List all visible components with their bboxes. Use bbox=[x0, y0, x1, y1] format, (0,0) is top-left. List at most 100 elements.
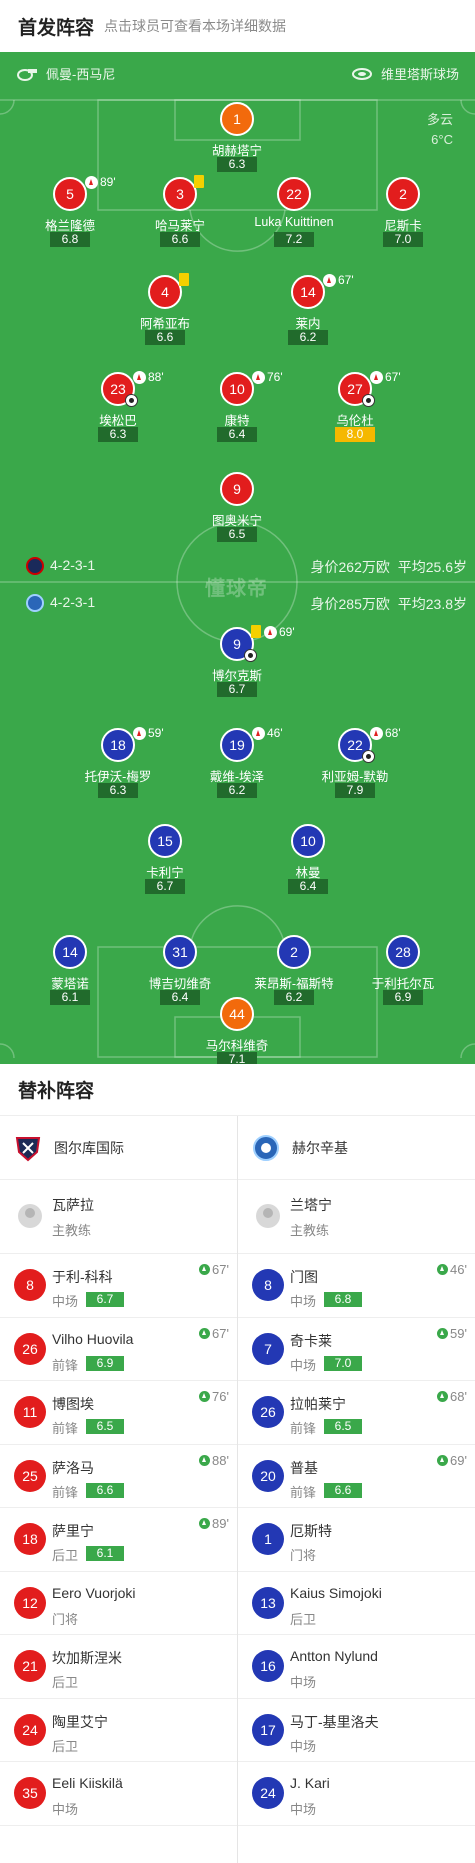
home-team-header[interactable]: 图尔库国际 bbox=[0, 1116, 237, 1180]
player-number: 44 bbox=[220, 997, 254, 1031]
player-18[interactable]: 18 59' 托伊沃-梅罗 6.3 bbox=[53, 726, 183, 808]
sub-player-row[interactable]: 12 Eero Vuorjoki 门将 bbox=[0, 1572, 237, 1635]
sub-on-time: 46' bbox=[450, 1262, 467, 1277]
sub-number: 11 bbox=[14, 1396, 46, 1428]
sub-player-row[interactable]: 8 门图 中场 6.8 46' bbox=[238, 1254, 475, 1318]
home-team-name: 图尔库国际 bbox=[54, 1139, 124, 1156]
sub-on: 68' bbox=[437, 1389, 467, 1404]
player-rating: 7.1 bbox=[217, 1052, 257, 1064]
player-3[interactable]: 3 哈马莱宁 6.6 bbox=[115, 175, 245, 257]
sub-off: 59' bbox=[133, 726, 164, 740]
away-value: 身价285万欧 bbox=[310, 596, 390, 612]
sub-player-row[interactable]: 1 厄斯特 门将 bbox=[238, 1508, 475, 1572]
sub-player-row[interactable]: 35 Eeli Kiiskilä 中场 bbox=[0, 1762, 237, 1826]
sub-off-icon bbox=[370, 726, 383, 740]
player-number: 9 bbox=[220, 472, 254, 506]
player-28[interactable]: 28 于利托尔瓦 6.9 bbox=[338, 935, 468, 1015]
sub-name: Eero Vuorjoki bbox=[52, 1584, 136, 1601]
player-10[interactable]: 10 76' 康特 6.4 bbox=[172, 370, 302, 452]
sub-player-row[interactable]: 24 陶里艾宁 后卫 bbox=[0, 1699, 237, 1762]
player-number: 10 bbox=[291, 824, 325, 858]
sub-position: 门将 bbox=[290, 1548, 317, 1563]
sub-position: 中场 bbox=[290, 1294, 317, 1309]
player-9[interactable]: 9 69' 博尔克斯 6.7 bbox=[172, 625, 302, 707]
player-44[interactable]: 44 马尔科维奇 7.1 bbox=[172, 997, 302, 1064]
player-rating: 6.7 bbox=[217, 682, 257, 697]
player-4[interactable]: 4 阿希亚布 6.6 bbox=[100, 273, 230, 355]
sub-player-row[interactable]: 26 拉帕莱宁 前锋 6.5 68' bbox=[238, 1381, 475, 1445]
sub-player-row[interactable]: 8 于利-科科 中场 6.7 67' bbox=[0, 1254, 237, 1318]
sub-player-row[interactable]: 20 普基 前锋 6.6 69' bbox=[238, 1445, 475, 1508]
sub-player-row[interactable]: 18 萨里宁 后卫 6.1 89' bbox=[0, 1508, 237, 1572]
sub-on-time: 69' bbox=[450, 1452, 467, 1468]
sub-off-icon bbox=[323, 273, 336, 287]
sub-on: 88' bbox=[199, 1453, 229, 1468]
sub-player-row[interactable]: 16 Antton Nylund 中场 bbox=[238, 1635, 475, 1699]
watermark: 懂球帝 bbox=[205, 578, 268, 600]
player-22[interactable]: 22 68' 利亚姆-默勒 7.9 bbox=[290, 726, 420, 808]
player-number: 1 bbox=[220, 102, 254, 136]
substitutes-title: 替补阵容 bbox=[0, 1064, 475, 1116]
sub-number: 26 bbox=[252, 1396, 284, 1428]
player-14[interactable]: 14 67' 莱内 6.2 bbox=[243, 273, 373, 355]
sub-number: 7 bbox=[252, 1332, 284, 1365]
sub-time: 69' bbox=[279, 625, 295, 639]
sub-player-row[interactable]: 25 萨洛马 前锋 6.6 88' bbox=[0, 1445, 237, 1508]
away-team-header[interactable]: 赫尔辛基 bbox=[238, 1116, 475, 1180]
player-1[interactable]: 1 胡赫塔宁 6.3 bbox=[172, 102, 302, 182]
home-coach-name: 瓦萨拉 bbox=[52, 1197, 94, 1213]
player-rating: 6.4 bbox=[288, 879, 328, 894]
sub-name: 坎加斯涅米 bbox=[52, 1650, 122, 1666]
sub-number: 8 bbox=[252, 1269, 284, 1301]
sub-player-row[interactable]: 11 博图埃 前锋 6.5 76' bbox=[0, 1381, 237, 1445]
away-coach-role: 主教练 bbox=[290, 1223, 330, 1238]
sub-player-row[interactable]: 13 Kaius Simojoki 后卫 bbox=[238, 1572, 475, 1635]
sub-position: 中场 bbox=[290, 1802, 317, 1817]
sub-player-row[interactable]: 21 坎加斯涅米 后卫 bbox=[0, 1635, 237, 1699]
sub-number: 1 bbox=[252, 1523, 284, 1555]
sub-on-time: 89' bbox=[212, 1516, 229, 1531]
sub-player-row[interactable]: 17 马丁-基里洛夫 中场 bbox=[238, 1699, 475, 1762]
sub-off: 68' bbox=[370, 726, 401, 740]
sub-on-icon bbox=[437, 1454, 449, 1466]
sub-on-icon bbox=[199, 1391, 211, 1402]
sub-position: 中场 bbox=[52, 1294, 79, 1309]
sub-time: 67' bbox=[385, 370, 401, 384]
sub-position: 中场 bbox=[290, 1675, 317, 1690]
sub-name: 萨里宁 bbox=[52, 1523, 94, 1539]
sub-time: 88' bbox=[148, 370, 164, 384]
sub-name: 拉帕莱宁 bbox=[290, 1396, 346, 1412]
player-number: 5 bbox=[53, 177, 87, 211]
sub-rating: 6.7 bbox=[86, 1292, 124, 1307]
sub-on: 67' bbox=[199, 1262, 229, 1277]
away-coach[interactable]: 兰塔宁 主教练 bbox=[238, 1180, 475, 1254]
sub-player-row[interactable]: 24 J. Kari 中场 bbox=[238, 1762, 475, 1826]
player-19[interactable]: 19 46' 戴维-埃泽 6.2 bbox=[172, 726, 302, 808]
player-number: 14 bbox=[53, 935, 87, 969]
sub-player-row[interactable]: 7 奇卡莱 中场 7.0 59' bbox=[238, 1318, 475, 1381]
player-15[interactable]: 15 卡利宁 6.7 bbox=[100, 824, 230, 904]
sub-rating: 7.0 bbox=[324, 1355, 362, 1371]
player-2[interactable]: 2 尼斯卡 7.0 bbox=[338, 177, 468, 257]
away-team-logo bbox=[252, 1134, 280, 1162]
player-number: 19 bbox=[220, 728, 254, 762]
player-9[interactable]: 9 图奥米宁 6.5 bbox=[172, 472, 302, 552]
sub-player-row[interactable]: 26 Vilho Huovila 前锋 6.9 67' bbox=[0, 1318, 237, 1381]
sub-number: 35 bbox=[14, 1777, 46, 1809]
player-23[interactable]: 23 88' 埃松巴 6.3 bbox=[53, 370, 183, 452]
home-coach[interactable]: 瓦萨拉 主教练 bbox=[0, 1180, 237, 1254]
sub-time: 67' bbox=[338, 273, 354, 287]
coach-info: 佩曼-西马尼 bbox=[16, 64, 115, 83]
sub-off: 76' bbox=[252, 370, 283, 384]
sub-position: 中场 bbox=[290, 1357, 317, 1373]
sub-rating: 6.5 bbox=[86, 1419, 124, 1434]
player-number: 10 bbox=[220, 372, 254, 406]
player-27[interactable]: 27 67' 乌伦杜 8.0 bbox=[290, 370, 420, 452]
sub-position: 前锋 bbox=[290, 1421, 317, 1436]
sub-off: 69' bbox=[264, 625, 295, 639]
player-10[interactable]: 10 林曼 6.4 bbox=[243, 824, 373, 904]
away-team-name: 赫尔辛基 bbox=[292, 1139, 348, 1156]
goal-ball-icon bbox=[362, 750, 375, 763]
weather-temp: 6°C bbox=[431, 132, 453, 147]
sub-name: 萨洛马 bbox=[52, 1459, 94, 1476]
